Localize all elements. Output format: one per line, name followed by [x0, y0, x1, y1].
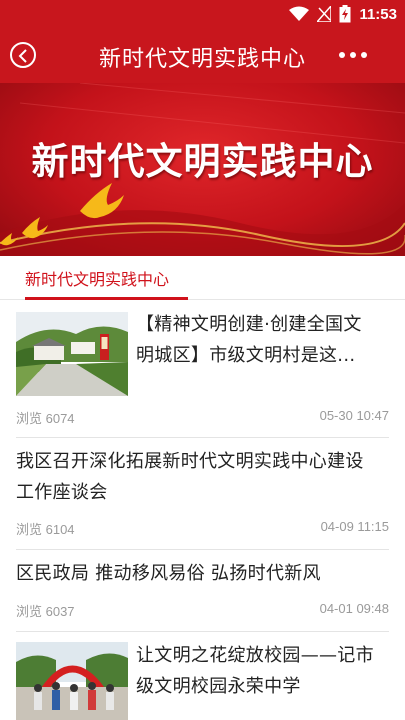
article-title[interactable]: 我区召开深化拓展新时代文明实践中心建设 工作座谈会	[16, 446, 389, 508]
page-title: 新时代文明实践中心	[98, 47, 306, 72]
wifi-icon	[289, 6, 310, 21]
article-title[interactable]: 区民政局 推动移风易俗 弘扬时代新风	[16, 558, 389, 589]
chevron-left-icon	[18, 49, 27, 63]
more-dots-icon	[350, 52, 356, 58]
banner-title: 新时代文明实践中心	[31, 140, 374, 183]
battery-icon	[339, 5, 351, 23]
app-bar: 新时代文明实践中心	[0, 28, 405, 83]
view-count: 浏览 6074	[16, 411, 75, 426]
status-time: 11:53	[359, 5, 397, 23]
banner-image: 新时代文明实践中心	[0, 83, 405, 256]
tab-civilization-center[interactable]: 新时代文明实践中心	[25, 256, 169, 300]
status-bar: 11:53	[0, 0, 405, 28]
article-thumbnail	[16, 642, 128, 720]
publish-date: 05-30 10:47	[319, 408, 389, 423]
view-count: 浏览 6104	[16, 522, 75, 537]
article-title[interactable]: 让文明之花绽放校园——记市 级文明校园永荣中学	[136, 640, 389, 702]
tab-bar: 新时代文明实践中心	[0, 256, 405, 300]
more-options-button[interactable]	[339, 52, 367, 58]
more-dots-icon	[339, 52, 345, 58]
publish-date: 04-01 09:48	[319, 601, 389, 616]
list-item[interactable]: 区民政局 推动移风易俗 弘扬时代新风 浏览 6037 04-01 09:48	[16, 550, 389, 632]
publish-date: 04-09 11:15	[320, 519, 389, 534]
list-item[interactable]: 我区召开深化拓展新时代文明实践中心建设 工作座谈会 浏览 6104 04-09 …	[16, 438, 389, 550]
view-count: 浏览 6037	[16, 604, 75, 619]
more-dots-icon	[361, 52, 367, 58]
list-item[interactable]: 【精神文明创建·创建全国文 明城区】市级文明村是这... 浏览 6074 05-…	[16, 300, 389, 438]
article-thumbnail	[16, 312, 128, 396]
list-item[interactable]: 让文明之花绽放校园——记市 级文明校园永荣中学	[16, 632, 389, 720]
back-button[interactable]	[10, 42, 36, 68]
signal-icon	[317, 6, 332, 22]
article-title[interactable]: 【精神文明创建·创建全国文 明城区】市级文明村是这...	[136, 309, 389, 371]
